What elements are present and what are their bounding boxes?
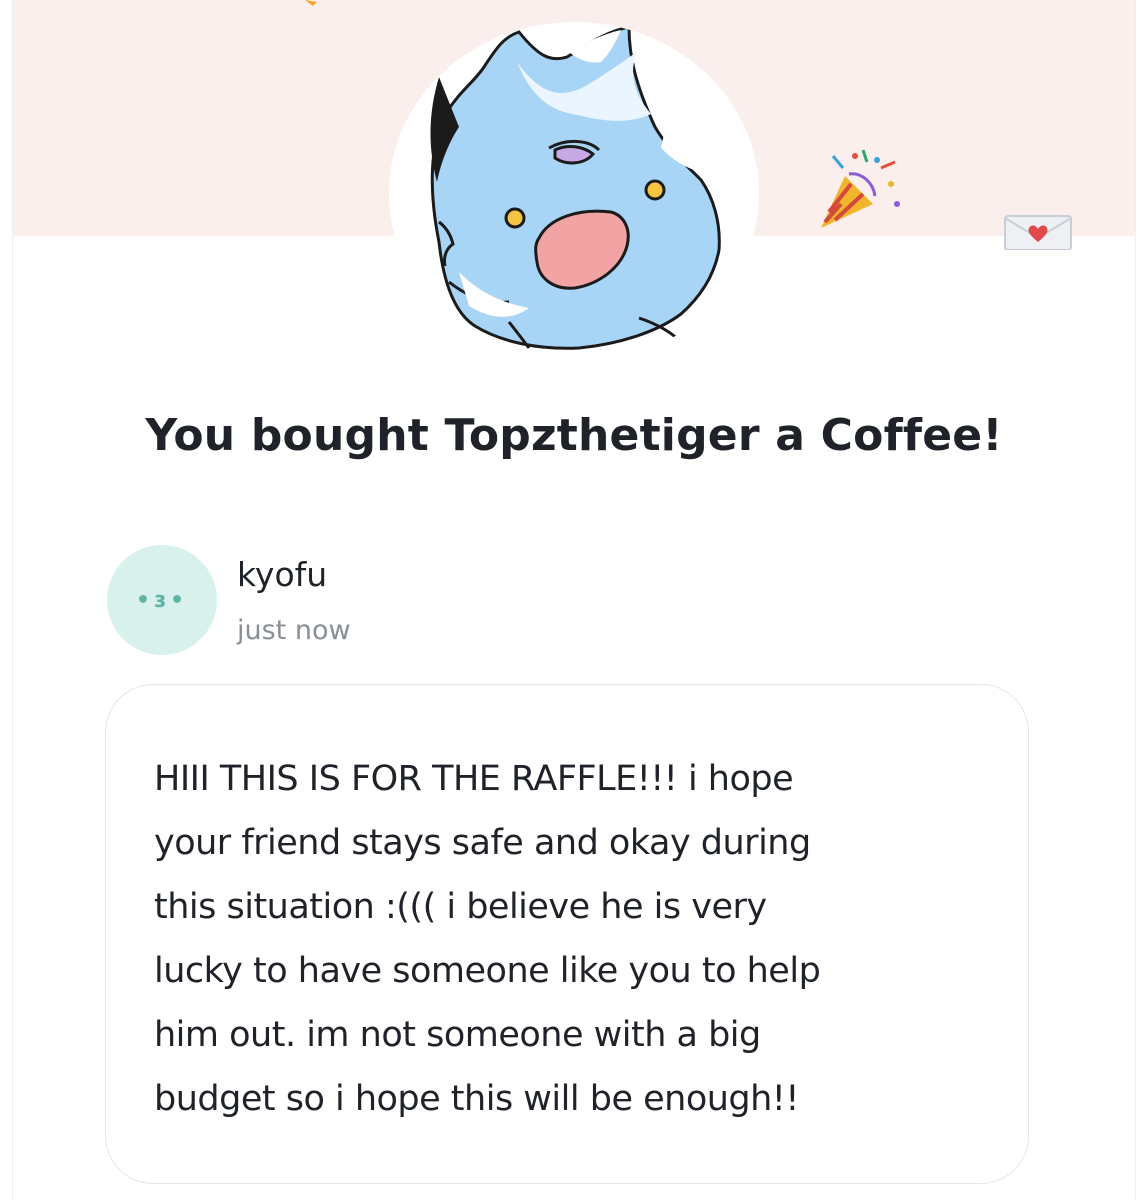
supporter-timestamp: just now (237, 615, 351, 646)
heart-envelope-icon (1004, 215, 1072, 250)
creator-avatar-illustration (430, 25, 721, 350)
supporter-name: kyofu (237, 555, 328, 594)
page-title: You bought Topzthetiger a Coffee! (145, 410, 1003, 461)
purchase-confirmation-card: You bought Topzthetiger a Coffee! •ɜ• ky… (12, 0, 1136, 1200)
supporter-avatar-face: •ɜ• (135, 587, 189, 613)
supporter-avatar: •ɜ• (107, 545, 217, 655)
party-popper-icon (821, 149, 900, 228)
confetti-fragment-icon (305, 0, 317, 6)
creator-avatar (389, 22, 759, 364)
support-message-text: HIII THIS IS FOR THE RAFFLE!!! i hope yo… (154, 759, 821, 1119)
support-message-box: HIII THIS IS FOR THE RAFFLE!!! i hope yo… (105, 684, 1029, 1184)
